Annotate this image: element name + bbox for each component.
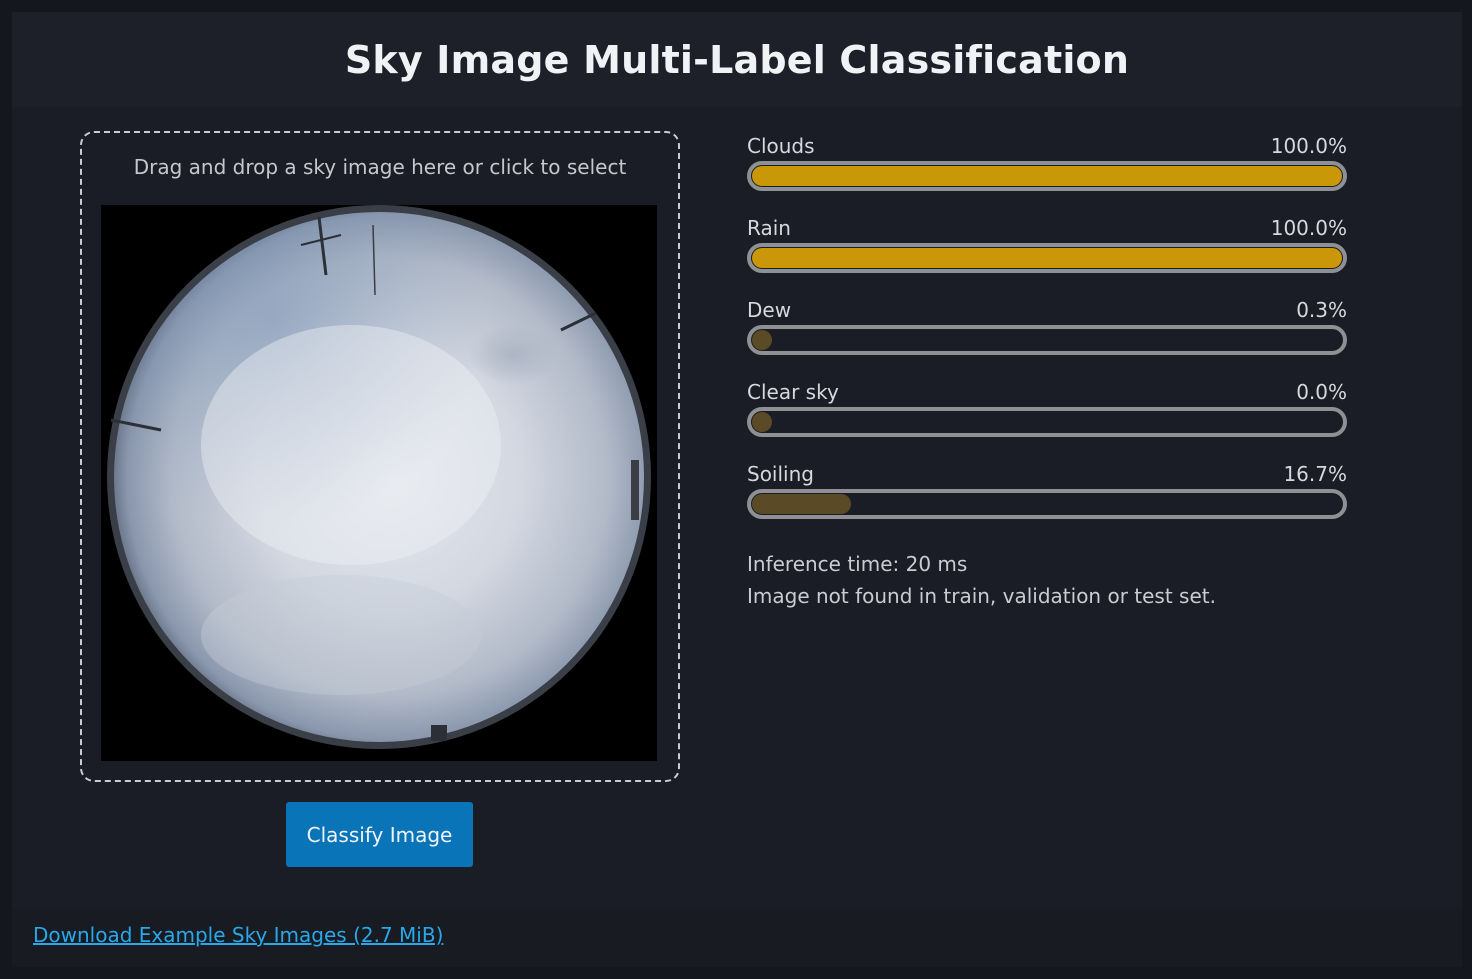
result-percent: 100.0%: [1270, 134, 1347, 158]
result-label-name: Clouds: [747, 134, 815, 158]
result-row: Clear sky 0.0%: [747, 378, 1347, 460]
result-row: Clouds 100.0%: [747, 132, 1347, 214]
download-examples-link[interactable]: Download Example Sky Images (2.7 MiB): [33, 923, 443, 947]
dropzone-prompt: Drag and drop a sky image here or click …: [133, 155, 627, 179]
probability-bar-fill: [752, 412, 772, 432]
probability-bar: [747, 489, 1347, 519]
header: Sky Image Multi-Label Classification: [12, 12, 1462, 107]
result-header: Clear sky 0.0%: [747, 378, 1347, 406]
result-percent: 100.0%: [1270, 216, 1347, 240]
result-percent: 0.3%: [1296, 298, 1347, 322]
result-row: Soiling 16.7%: [747, 460, 1347, 542]
probability-bar: [747, 243, 1347, 273]
image-dropzone[interactable]: Drag and drop a sky image here or click …: [80, 131, 680, 782]
result-percent: 0.0%: [1296, 380, 1347, 404]
fisheye-sky-image: [101, 205, 657, 761]
inference-time: Inference time: 20 ms: [747, 552, 968, 576]
dataset-note: Image not found in train, validation or …: [747, 584, 1216, 608]
result-row: Rain 100.0%: [747, 214, 1347, 296]
probability-bar: [747, 161, 1347, 191]
app-container: Sky Image Multi-Label Classification Dra…: [12, 12, 1462, 967]
results-panel: Clouds 100.0% Rain 100.0% Dew 0.3% Clear sky 0.…: [747, 132, 1347, 542]
result-row: Dew 0.3%: [747, 296, 1347, 378]
sky-image-preview: [101, 205, 657, 761]
result-header: Rain 100.0%: [747, 214, 1347, 242]
result-header: Clouds 100.0%: [747, 132, 1347, 160]
probability-bar-fill: [752, 494, 851, 514]
result-label-name: Soiling: [747, 462, 814, 486]
footer: Download Example Sky Images (2.7 MiB): [12, 909, 1462, 967]
classify-button[interactable]: Classify Image: [286, 802, 473, 867]
result-label-name: Dew: [747, 298, 792, 322]
result-header: Soiling 16.7%: [747, 460, 1347, 488]
inference-info: Inference time: 20 ms Image not found in…: [747, 548, 1216, 612]
result-label-name: Rain: [747, 216, 791, 240]
probability-bar-fill: [752, 248, 1342, 268]
probability-bar-fill: [752, 330, 772, 350]
probability-bar-fill: [752, 166, 1342, 186]
page-title: Sky Image Multi-Label Classification: [344, 37, 1130, 82]
probability-bar: [747, 407, 1347, 437]
result-percent: 16.7%: [1283, 462, 1347, 486]
probability-bar: [747, 325, 1347, 355]
result-label-name: Clear sky: [747, 380, 839, 404]
result-header: Dew 0.3%: [747, 296, 1347, 324]
